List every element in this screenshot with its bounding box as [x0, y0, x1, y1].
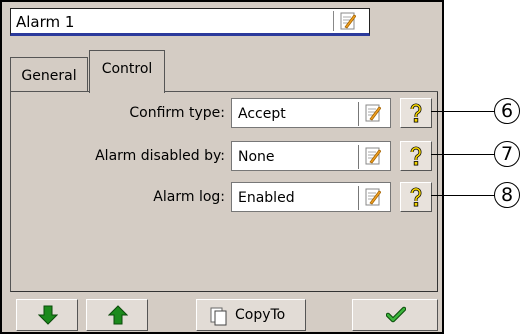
copy-icon [210, 307, 227, 326]
callout-8: 8 [494, 182, 520, 208]
confirm-type-field[interactable]: Accept [231, 98, 391, 128]
help-icon [410, 187, 422, 207]
copy-to-label: CopyTo [235, 307, 286, 323]
confirm-type-value: Accept [238, 106, 286, 122]
tab-control[interactable]: Control [89, 50, 165, 93]
alarm-name-edit-button[interactable] [333, 11, 361, 31]
arrow-up-icon [108, 305, 128, 325]
alarm-log-help-button[interactable] [400, 182, 432, 212]
callout-7: 7 [494, 141, 520, 167]
alarm-name-field[interactable]: Alarm 1 [10, 8, 370, 36]
copy-to-button[interactable]: CopyTo [196, 299, 306, 331]
move-down-button[interactable] [16, 299, 78, 331]
alarm-disabled-by-help-button[interactable] [400, 141, 432, 171]
confirm-type-label: Confirm type: [129, 105, 225, 121]
alarm-name-value: Alarm 1 [16, 13, 75, 31]
alarm-log-field[interactable]: Enabled [231, 182, 391, 212]
edit-icon [340, 12, 356, 30]
arrow-down-icon [38, 305, 58, 325]
alarm-disabled-by-field[interactable]: None [231, 141, 391, 171]
alarm-log-edit-button[interactable] [358, 186, 389, 210]
edit-icon [365, 104, 381, 122]
tab-general-label: General [21, 68, 77, 84]
callout-line-8 [431, 195, 495, 196]
alarm-log-value: Enabled [238, 190, 295, 206]
alarm-disabled-by-value: None [238, 149, 275, 165]
edit-icon [365, 188, 381, 206]
edit-icon [365, 147, 381, 165]
tab-general[interactable]: General [10, 57, 88, 91]
tab-control-label: Control [101, 61, 153, 77]
help-icon [410, 103, 422, 123]
confirm-type-help-button[interactable] [400, 98, 432, 128]
alarm-disabled-by-edit-button[interactable] [358, 145, 389, 169]
callout-line-6 [431, 111, 495, 112]
move-up-button[interactable] [86, 299, 148, 331]
alarm-disabled-by-label: Alarm disabled by: [95, 148, 225, 164]
help-icon [410, 146, 422, 166]
checkmark-icon [386, 306, 406, 323]
ok-button[interactable] [352, 299, 438, 331]
alarm-log-label: Alarm log: [153, 189, 225, 205]
confirm-type-edit-button[interactable] [358, 102, 389, 126]
alarm-settings-panel: Alarm 1 General Control Confirm type: Ac… [0, 0, 444, 334]
callout-line-7 [431, 154, 495, 155]
callout-6: 6 [494, 98, 520, 124]
